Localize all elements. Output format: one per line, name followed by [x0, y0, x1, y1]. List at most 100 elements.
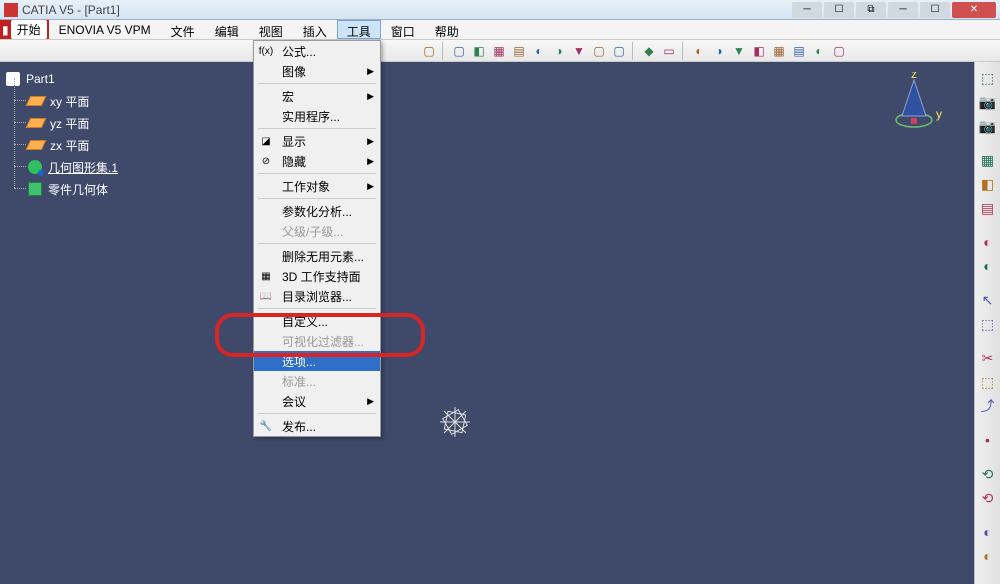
toolbar-icon[interactable]: ◐ [690, 42, 708, 60]
menu-entry-icon: ◪ [258, 133, 274, 149]
toolbar-icon[interactable]: ◆ [640, 42, 658, 60]
toolbar-icon[interactable]: ▢ [420, 42, 438, 60]
side-tool-icon[interactable]: ◧ [978, 174, 998, 194]
submenu-arrow-icon: ▶ [367, 396, 374, 407]
menu-entry-label: 删除无用元素... [282, 248, 364, 265]
toolbar-icon[interactable]: ▢ [590, 42, 608, 60]
menu-entry[interactable]: 参数化分析... [254, 201, 380, 221]
menu-entry[interactable]: 图像▶ [254, 61, 380, 81]
submenu-arrow-icon: ▶ [367, 156, 374, 167]
menu-entry-label: 显示 [282, 133, 306, 150]
menu-item[interactable]: 编辑 [205, 20, 249, 39]
menu-entry[interactable]: 选项... [254, 351, 380, 371]
side-tool-icon[interactable]: ↖ [978, 290, 998, 310]
menu-entry[interactable]: 删除无用元素... [254, 246, 380, 266]
side-tool-icon[interactable]: 📷 [978, 116, 998, 136]
toolbar-icon[interactable]: ▦ [490, 42, 508, 60]
menu-entry[interactable]: 自定义... [254, 311, 380, 331]
toolbar-icon[interactable]: ▦ [770, 42, 788, 60]
tree-root-label: Part1 [26, 72, 55, 86]
tree-node[interactable]: yz 平面 [28, 112, 118, 134]
toolbar-icon[interactable]: ▤ [790, 42, 808, 60]
tree-node-label: xy 平面 [50, 93, 89, 110]
menu-item[interactable]: ENOVIA V5 VPM [49, 20, 161, 39]
submenu-arrow-icon: ▶ [367, 136, 374, 147]
toolbar-icon[interactable]: ▼ [570, 42, 588, 60]
submenu-arrow-icon: ▶ [367, 181, 374, 192]
side-tool-icon[interactable]: ▤ [978, 198, 998, 218]
toolbar-icon[interactable]: ▢ [610, 42, 628, 60]
side-tool-icon[interactable]: 📷 [978, 92, 998, 112]
side-tool-icon[interactable]: ⬚ [978, 314, 998, 334]
menu-entry[interactable]: 📖目录浏览器... [254, 286, 380, 306]
menu-entry[interactable]: ◪ 显示 ▶ [254, 131, 380, 151]
side-tool-icon[interactable]: ◐ [978, 546, 998, 566]
side-tool-icon[interactable]: ⬚ [978, 372, 998, 392]
menu-item[interactable]: 窗口 [381, 20, 425, 39]
toolbar-icon[interactable]: ◐ [530, 42, 548, 60]
menu-item[interactable]: 帮助 [425, 20, 469, 39]
menu-entry[interactable]: 🔧发布... [254, 416, 380, 436]
side-tool-icon[interactable]: • [978, 430, 998, 450]
side-tool-icon[interactable]: ⤴ [978, 396, 998, 416]
menu-entry-label: 公式... [282, 43, 316, 60]
svg-text:y: y [936, 107, 942, 121]
tree-node[interactable]: xy 平面 [28, 90, 118, 112]
part-icon [6, 72, 20, 86]
menu-entry[interactable]: 工作对象▶ [254, 176, 380, 196]
toolbar-icon[interactable]: ◧ [470, 42, 488, 60]
submenu-arrow-icon: ▶ [367, 91, 374, 102]
menu-item[interactable]: 插入 [293, 20, 337, 39]
toolbar-icon[interactable]: ▭ [660, 42, 678, 60]
origin-marker [430, 397, 480, 447]
menu-entry-label: 宏 [282, 88, 294, 105]
toolbar-icon[interactable]: ▼ [730, 42, 748, 60]
toolbar-icon[interactable]: ▤ [510, 42, 528, 60]
side-tool-icon[interactable]: ▦ [978, 150, 998, 170]
toolbar-icon[interactable]: ▢ [450, 42, 468, 60]
toolbar-icon[interactable]: ◐ [810, 42, 828, 60]
menu-item[interactable]: 工具 [337, 20, 381, 39]
side-tool-icon[interactable]: ◐ [978, 522, 998, 542]
menu-item[interactable]: 视图 [249, 20, 293, 39]
menu-entry[interactable]: ▦3D 工作支持面 [254, 266, 380, 286]
side-tool-icon[interactable]: ◐ [978, 256, 998, 276]
menu-entry-label: 选项... [282, 353, 316, 370]
menu-entry-icon: f(x) [258, 43, 274, 59]
close-button[interactable]: ✕ [952, 2, 996, 18]
side-tool-icon[interactable]: ◐ [978, 232, 998, 252]
compass-widget[interactable]: z y [884, 72, 944, 132]
menu-entry-label: 会议 [282, 393, 306, 410]
toolbar-icon[interactable]: ◑ [550, 42, 568, 60]
toolbar-icon[interactable]: ▢ [830, 42, 848, 60]
child-minimize-button[interactable]: ─ [888, 2, 918, 18]
menu-entry[interactable]: f(x) 公式... [254, 41, 380, 61]
menu-entry-label: 图像 [282, 63, 306, 80]
tree-node[interactable]: zx 平面 [28, 134, 118, 156]
restore-button[interactable]: ⧉ [856, 2, 886, 18]
menu-entry[interactable]: ⊘隐藏▶ [254, 151, 380, 171]
minimize-button[interactable]: ─ [792, 2, 822, 18]
menu-entry-label: 标准... [282, 373, 316, 390]
menu-entry-label: 发布... [282, 418, 316, 435]
toolbar-icon[interactable]: ◑ [710, 42, 728, 60]
menu-entry[interactable]: 宏▶ [254, 86, 380, 106]
tree-node[interactable]: 零件几何体 [28, 178, 118, 200]
tree-root[interactable]: Part1 [6, 68, 118, 90]
maximize-button[interactable]: ☐ [824, 2, 854, 18]
plane-icon [26, 140, 47, 150]
menu-entry[interactable]: 会议 ▶ [254, 391, 380, 411]
start-menu[interactable]: ▮ 开始 [0, 20, 49, 39]
menu-entry[interactable]: 实用程序... [254, 106, 380, 126]
tree-node[interactable]: 几何图形集.1 [28, 156, 118, 178]
side-tool-icon[interactable]: ⟲ [978, 464, 998, 484]
side-tool-icon[interactable]: ⟲ [978, 488, 998, 508]
viewport[interactable]: Part1 xy 平面 yz 平面zx 平面几何图形集.1 零件几何体 z y [0, 62, 974, 584]
menu-entry-label: 隐藏 [282, 153, 306, 170]
side-tool-icon[interactable]: ⬚ [978, 68, 998, 88]
toolbar-icon[interactable]: ◧ [750, 42, 768, 60]
side-tool-icon[interactable]: ✂ [978, 348, 998, 368]
tree-node-label: 零件几何体 [48, 181, 108, 198]
child-maximize-button[interactable]: ☐ [920, 2, 950, 18]
menu-item[interactable]: 文件 [161, 20, 205, 39]
